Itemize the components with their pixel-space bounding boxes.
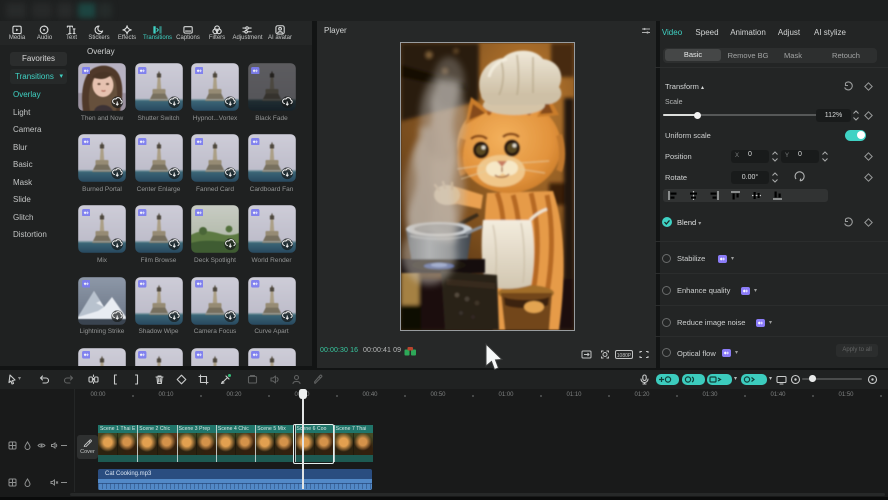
svg-text:1080P: 1080P <box>617 353 632 359</box>
